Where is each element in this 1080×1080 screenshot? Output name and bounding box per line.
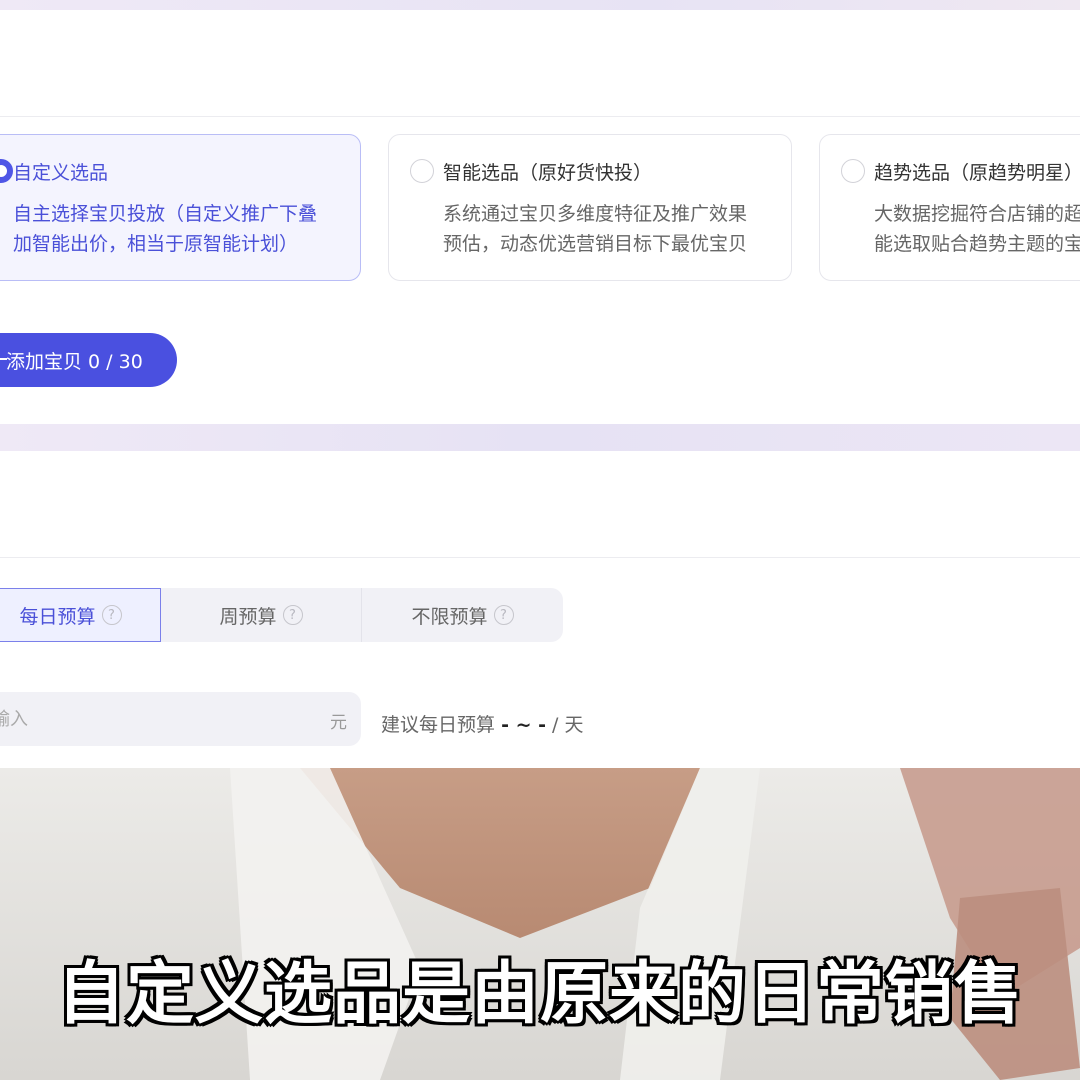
option-card-trend[interactable]: 趋势选品（原趋势明星） 大数据挖掘符合店铺的超 能选取贴合趋势主题的宝 — [819, 134, 1080, 281]
option-card-smart[interactable]: 智能选品（原好货快投） 系统通过宝贝多维度特征及推广效果 预估，动态优选营销目标… — [388, 134, 792, 281]
help-icon[interactable]: ? — [101, 605, 122, 625]
currency-unit: 元 — [330, 713, 347, 733]
option-desc-line: 加智能出价，相当于原智能计划） — [13, 233, 299, 255]
option-title: 自定义选品 — [13, 162, 109, 184]
budget-input[interactable] — [0, 692, 300, 746]
option-description: 大数据挖掘符合店铺的超 能选取贴合趋势主题的宝 — [874, 199, 1080, 259]
radio-unselected-icon[interactable] — [410, 159, 434, 183]
option-desc-line: 预估，动态优选营销目标下最优宝贝 — [443, 233, 748, 255]
option-desc-line: 大数据挖掘符合店铺的超 — [874, 203, 1080, 225]
tab-weekly-budget[interactable]: 周预算 ? — [161, 588, 362, 642]
budget-input-wrapper: 元 — [0, 692, 361, 746]
tab-unlimited-budget[interactable]: 不限预算 ? — [362, 588, 563, 642]
suggest-suffix: / 天 — [552, 714, 584, 736]
option-title: 趋势选品（原趋势明星） — [874, 162, 1080, 184]
section-divider — [0, 557, 1080, 558]
tab-label: 不限预算 — [411, 605, 488, 628]
option-desc-line: 自主选择宝贝投放（自定义推广下叠 — [13, 203, 318, 225]
radio-selected-icon[interactable] — [0, 159, 13, 183]
tab-label: 周预算 — [219, 605, 277, 628]
suggested-budget: 建议每日预算 - ~ - / 天 — [381, 710, 583, 737]
option-title: 智能选品（原好货快投） — [443, 162, 653, 184]
help-icon[interactable]: ? — [493, 605, 514, 625]
help-icon[interactable]: ? — [282, 605, 303, 625]
add-item-button[interactable]: 添加宝贝 0 / 30 — [0, 333, 177, 387]
option-card-custom[interactable]: 自定义选品 自主选择宝贝投放（自定义推广下叠 加智能出价，相当于原智能计划） — [0, 134, 361, 281]
section-divider — [0, 116, 1080, 117]
top-background-strip — [0, 0, 1080, 10]
radio-unselected-icon[interactable] — [841, 159, 865, 183]
suggest-prefix: 建议每日预算 — [381, 714, 496, 736]
tab-daily-budget[interactable]: 每日预算 ? — [0, 588, 161, 642]
add-item-label: 添加宝贝 0 / 30 — [6, 350, 143, 373]
video-subtitle: 自定义选品是由原来的日常销售 — [56, 955, 1023, 1034]
option-description: 系统通过宝贝多维度特征及推广效果 预估，动态优选营销目标下最优宝贝 — [443, 199, 747, 259]
section-gap — [0, 424, 1080, 451]
suggest-value: - ~ - — [501, 714, 546, 736]
option-description: 自主选择宝贝投放（自定义推广下叠 加智能出价，相当于原智能计划） — [13, 199, 317, 259]
tab-label: 每日预算 — [19, 605, 96, 628]
option-desc-line: 能选取贴合趋势主题的宝 — [874, 233, 1080, 255]
option-desc-line: 系统通过宝贝多维度特征及推广效果 — [443, 203, 748, 225]
plus-icon — [0, 358, 7, 360]
budget-panel: 每日预算 ? 周预算 ? 不限预算 ? 元 建议每日预算 - ~ - / 天 — [0, 451, 1080, 768]
